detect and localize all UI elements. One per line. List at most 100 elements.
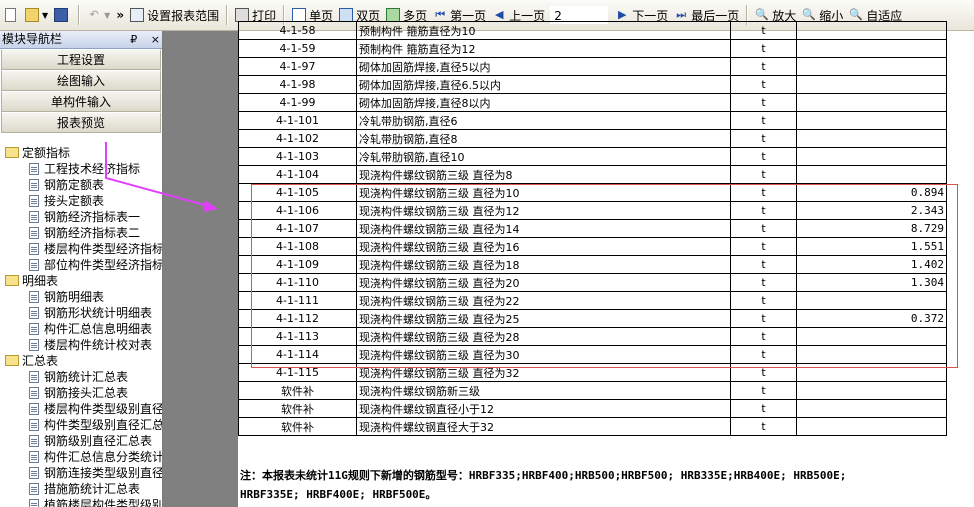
tree-item[interactable]: 钢筋接头汇总表 — [0, 385, 162, 401]
table-row: 软件补 现浇构件螺纹钢直径小于12 t — [238, 399, 947, 418]
cell-name: 现浇构件螺纹钢筋三级 直径为20 — [356, 273, 731, 292]
tree-folder[interactable]: 明细表 — [0, 273, 162, 289]
cell-name: 现浇构件螺纹钢筋三级 直径为22 — [356, 291, 731, 310]
new-file-icon — [5, 8, 16, 22]
tree-item[interactable]: 植筋楼层构件类型级别 — [0, 497, 162, 507]
tree-item[interactable]: 接头定额表 — [0, 193, 162, 209]
toolbar-overflow-button[interactable]: » — [113, 4, 127, 26]
report-file-icon — [29, 243, 39, 255]
pin-icon[interactable]: ₽ — [130, 33, 137, 46]
report-range-icon — [130, 8, 145, 22]
zoom-out-icon: 🔍 — [802, 8, 817, 21]
cell-name: 现浇构件螺纹钢直径小于12 — [356, 399, 731, 418]
tree-item-label: 钢筋级别直径汇总表 — [44, 434, 153, 448]
cell-value — [796, 39, 947, 58]
undo-button[interactable]: ↶ ▼ — [84, 4, 113, 26]
cell-name: 现浇构件螺纹钢筋三级 直径为8 — [356, 165, 731, 184]
cell-name: 现浇构件螺纹钢筋三级 直径为25 — [356, 309, 731, 328]
cell-unit: t — [730, 75, 797, 94]
folder-icon — [5, 147, 19, 158]
cell-value — [796, 363, 947, 382]
cell-value — [796, 57, 947, 76]
report-file-icon — [29, 227, 39, 239]
cell-name: 现浇构件螺纹钢筋三级 直径为30 — [356, 345, 731, 364]
report-note: 注：本报表未统计11G规则下新增的钢筋型号：HRBF335;HRBF400;HR… — [240, 466, 940, 504]
report-file-icon — [29, 195, 39, 207]
table-row: 4-1-108 现浇构件螺纹钢筋三级 直径为16 t 1.551 — [238, 237, 947, 256]
report-file-icon — [29, 451, 39, 463]
cell-value: 1.402 — [796, 255, 947, 274]
tree-item-label: 工程技术经济指标 — [44, 162, 141, 176]
cell-code: 软件补 — [238, 381, 357, 400]
cell-value — [796, 147, 947, 166]
cell-unit: t — [730, 57, 797, 76]
tree-item[interactable]: 楼层构件类型级别直径 — [0, 401, 162, 417]
cell-code: 4-1-112 — [238, 309, 357, 328]
tree-item[interactable]: 楼层构件类型经济指标 — [0, 241, 162, 257]
cell-value — [796, 345, 947, 364]
cell-unit: t — [730, 345, 797, 364]
close-icon[interactable]: × — [151, 33, 160, 46]
folder-open-icon — [25, 8, 39, 22]
tree-folder[interactable]: 定额指标 — [0, 145, 162, 161]
cell-code: 软件补 — [238, 417, 357, 436]
tree-item[interactable]: 构件汇总信息分类统计 — [0, 449, 162, 465]
tree-item[interactable]: 钢筋明细表 — [0, 289, 162, 305]
tree-item-label: 构件汇总信息明细表 — [44, 322, 153, 336]
tree-item-label: 钢筋经济指标表一 — [44, 210, 141, 224]
tree-folder-label: 定额指标 — [22, 146, 71, 160]
nav-button-report-preview[interactable]: 报表预览 — [1, 112, 161, 133]
tree-item[interactable]: 工程技术经济指标 — [0, 161, 162, 177]
cell-code: 4-1-115 — [238, 363, 357, 382]
report-file-icon — [29, 483, 39, 495]
tree-item[interactable]: 钢筋经济指标表二 — [0, 225, 162, 241]
rebar-quota-table: 4-1-58 预制构件 箍筋直径为10 t 4-1-59 预制构件 箍筋直径为12 t 4-… — [238, 21, 947, 436]
tree-item[interactable]: 钢筋级别直径汇总表 — [0, 433, 162, 449]
panel-title-bar: 模块导航栏 ₽ × — [0, 31, 162, 49]
cell-unit: t — [730, 399, 797, 418]
cell-code: 4-1-107 — [238, 219, 357, 238]
tree-item[interactable]: 钢筋形状统计明细表 — [0, 305, 162, 321]
tree-folder[interactable]: 汇总表 — [0, 353, 162, 369]
tree-item[interactable]: 楼层构件统计校对表 — [0, 337, 162, 353]
nav-button-drawing-input[interactable]: 绘图输入 — [1, 70, 161, 91]
tree-item-label: 楼层构件统计校对表 — [44, 338, 153, 352]
cell-name: 冷轧带肋钢筋,直径8 — [356, 129, 731, 148]
report-file-icon — [29, 211, 39, 223]
save-button[interactable] — [51, 4, 74, 26]
module-navigation-panel: 模块导航栏 ₽ × 工程设置 绘图输入 单构件输入 报表预览 定额指标工程技术经… — [0, 31, 163, 507]
zoom-in-icon: 🔍 — [755, 8, 770, 21]
cell-unit: t — [730, 93, 797, 112]
table-row: 4-1-99 砌体加固筋焊接,直径8以内 t — [238, 93, 947, 112]
tree-item[interactable]: 构件汇总信息明细表 — [0, 321, 162, 337]
table-row: 4-1-102 冷轧带肋钢筋,直径8 t — [238, 129, 947, 148]
cell-value — [796, 75, 947, 94]
nav-button-single-component-input[interactable]: 单构件输入 — [1, 91, 161, 112]
tree-item[interactable]: 钢筋经济指标表一 — [0, 209, 162, 225]
report-file-icon — [29, 467, 39, 479]
tree-item[interactable]: 构件类型级别直径汇总 — [0, 417, 162, 433]
nav-button-project-settings[interactable]: 工程设置 — [1, 49, 161, 70]
table-row: 4-1-114 现浇构件螺纹钢筋三级 直径为30 t — [238, 345, 947, 364]
cell-name: 砌体加固筋焊接,直径6.5以内 — [356, 75, 731, 94]
tree-item-label: 钢筋连接类型级别直径 — [44, 466, 163, 480]
folder-icon — [5, 275, 19, 286]
cell-unit: t — [730, 219, 797, 238]
note-line-2: HRBF335E; HRBF400E; HRBF500E。 — [240, 488, 437, 501]
open-button[interactable]: ▼ — [22, 4, 51, 26]
cell-value — [796, 417, 947, 436]
table-row: 4-1-109 现浇构件螺纹钢筋三级 直径为18 t 1.402 — [238, 255, 947, 274]
tree-item-label: 钢筋经济指标表二 — [44, 226, 141, 240]
new-file-button[interactable] — [2, 4, 22, 26]
prev-page-icon: ◀ — [494, 8, 504, 21]
tree-item[interactable]: 钢筋统计汇总表 — [0, 369, 162, 385]
cell-code: 4-1-106 — [238, 201, 357, 220]
table-row: 4-1-59 预制构件 箍筋直径为12 t — [238, 39, 947, 58]
table-row: 4-1-107 现浇构件螺纹钢筋三级 直径为14 t 8.729 — [238, 219, 947, 238]
tree-item[interactable]: 钢筋定额表 — [0, 177, 162, 193]
tree-item[interactable]: 钢筋连接类型级别直径 — [0, 465, 162, 481]
cell-code: 4-1-101 — [238, 111, 357, 130]
tree-item[interactable]: 措施筋统计汇总表 — [0, 481, 162, 497]
report-range-button[interactable]: 设置报表范围 — [127, 4, 222, 26]
tree-item[interactable]: 部位构件类型经济指标 — [0, 257, 162, 273]
